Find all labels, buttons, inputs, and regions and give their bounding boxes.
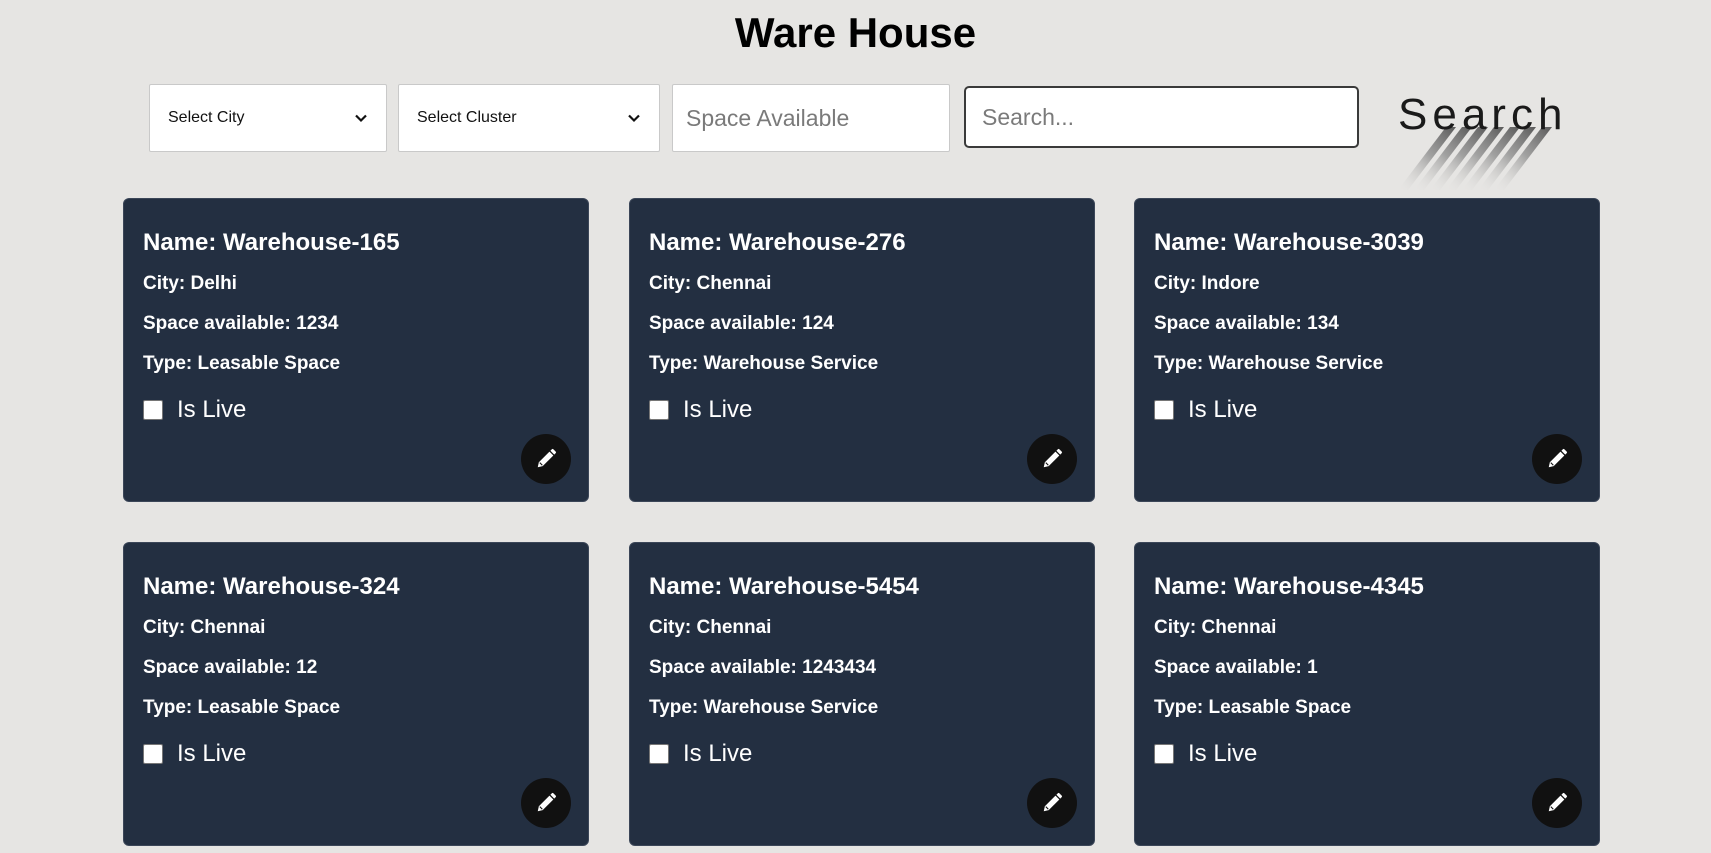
is-live-label: Is Live xyxy=(1188,396,1258,423)
warehouse-city: City: Chennai xyxy=(649,617,772,638)
is-live-checkbox[interactable] xyxy=(649,400,669,420)
warehouse-city: City: Delhi xyxy=(143,273,237,294)
warehouse-card: Name: Warehouse-3039 City: Indore Space av… xyxy=(1134,198,1600,502)
warehouse-name: Name: Warehouse-165 xyxy=(143,229,400,256)
is-live-label: Is Live xyxy=(177,740,247,767)
page-title: Ware House xyxy=(734,9,977,56)
space-available-input[interactable] xyxy=(672,84,950,152)
is-live-toggle: Is Live xyxy=(649,740,752,768)
is-live-label: Is Live xyxy=(177,396,247,423)
cluster-select[interactable]: Select Cluster xyxy=(398,84,660,152)
search-button[interactable]: Search xyxy=(1368,82,1568,192)
warehouse-name: Name: Warehouse-324 xyxy=(143,573,400,600)
warehouse-card: Name: Warehouse-4345 City: Chennai Space a… xyxy=(1134,542,1600,846)
is-live-label: Is Live xyxy=(683,740,753,767)
warehouse-type: Type: Warehouse Service xyxy=(1154,353,1384,374)
warehouse-space: Space available: 1243434 xyxy=(649,657,877,678)
warehouse-city: City: Indore xyxy=(1154,273,1260,294)
warehouse-space: Space available: 124 xyxy=(649,313,834,334)
warehouse-type: Type: Leasable Space xyxy=(143,353,341,374)
warehouse-city: City: Chennai xyxy=(649,273,772,294)
city-select-value: Select City xyxy=(168,109,245,126)
edit-button[interactable] xyxy=(1027,434,1077,484)
warehouse-card: Name: Warehouse-276 City: Chennai Space av… xyxy=(629,198,1095,502)
pencil-icon xyxy=(1548,792,1568,812)
warehouse-space: Space available: 134 xyxy=(1154,313,1339,334)
is-live-checkbox[interactable] xyxy=(1154,744,1174,764)
warehouse-name: Name: Warehouse-276 xyxy=(649,229,906,256)
warehouse-card: Name: Warehouse-324 City: Chennai Space av… xyxy=(123,542,589,846)
pencil-icon xyxy=(1043,792,1063,812)
is-live-toggle: Is Live xyxy=(1154,396,1257,424)
edit-button[interactable] xyxy=(1532,778,1582,828)
is-live-label: Is Live xyxy=(1188,740,1258,767)
filter-bar: Select City Select Cluster Space Availab… xyxy=(0,84,1711,190)
warehouse-type: Type: Warehouse Service xyxy=(649,697,879,718)
warehouse-name: Name: Warehouse-4345 xyxy=(1154,573,1424,600)
is-live-checkbox[interactable] xyxy=(1154,400,1174,420)
edit-button[interactable] xyxy=(1532,434,1582,484)
warehouse-type: Type: Warehouse Service xyxy=(649,353,879,374)
chevron-down-icon xyxy=(355,114,367,123)
is-live-label: Is Live xyxy=(683,396,753,423)
pencil-icon xyxy=(537,792,557,812)
pencil-icon xyxy=(1548,448,1568,468)
chevron-down-icon xyxy=(628,114,640,123)
warehouse-type: Type: Leasable Space xyxy=(1154,697,1352,718)
is-live-toggle: Is Live xyxy=(649,396,752,424)
pencil-icon xyxy=(1043,448,1063,468)
warehouse-space: Space available: 1 xyxy=(1154,657,1318,678)
warehouse-space: Space available: 12 xyxy=(143,657,318,678)
search-button-label: Search xyxy=(1398,90,1568,139)
city-select[interactable]: Select City xyxy=(149,84,387,152)
edit-button[interactable] xyxy=(521,434,571,484)
is-live-checkbox[interactable] xyxy=(143,744,163,764)
is-live-toggle: Is Live xyxy=(1154,740,1257,768)
is-live-checkbox[interactable] xyxy=(143,400,163,420)
warehouse-name: Name: Warehouse-5454 xyxy=(649,573,919,600)
cluster-select-value: Select Cluster xyxy=(417,109,517,126)
is-live-toggle: Is Live xyxy=(143,396,246,424)
edit-button[interactable] xyxy=(1027,778,1077,828)
search-input[interactable] xyxy=(964,86,1359,148)
is-live-toggle: Is Live xyxy=(143,740,246,768)
warehouse-card: Name: Warehouse-165 City: Delhi Space avai… xyxy=(123,198,589,502)
warehouse-city: City: Chennai xyxy=(1154,617,1277,638)
is-live-checkbox[interactable] xyxy=(649,744,669,764)
warehouse-card: Name: Warehouse-5454 City: Chennai Space a… xyxy=(629,542,1095,846)
warehouse-type: Type: Leasable Space xyxy=(143,697,341,718)
warehouse-city: City: Chennai xyxy=(143,617,266,638)
pencil-icon xyxy=(537,448,557,468)
edit-button[interactable] xyxy=(521,778,571,828)
warehouse-space: Space available: 1234 xyxy=(143,313,339,334)
warehouse-name: Name: Warehouse-3039 xyxy=(1154,229,1424,256)
